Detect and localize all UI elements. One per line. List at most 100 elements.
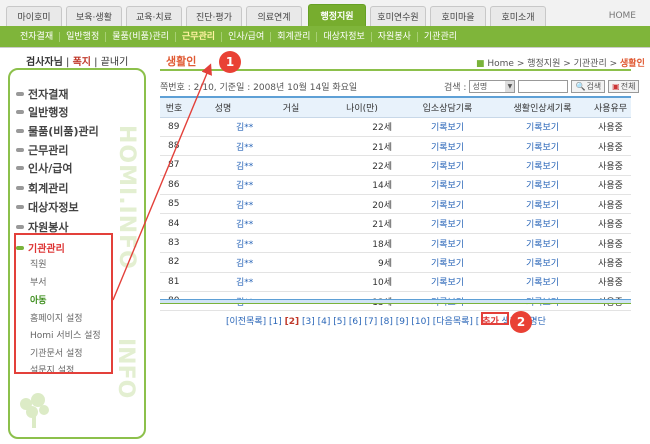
detail-record-link[interactable]: 기록보기 (495, 194, 590, 215)
intake-record-link[interactable]: 기록보기 (400, 155, 495, 176)
sidebar-item[interactable]: 물품(비품)관리 (16, 123, 99, 139)
detail-record-link[interactable]: 기록보기 (495, 233, 590, 254)
breadcrumb-home[interactable]: Home (487, 59, 514, 69)
pager-page[interactable]: [9] (396, 317, 409, 327)
resident-name[interactable]: 김** (188, 194, 258, 215)
top-tab[interactable]: 진단·평가 (186, 6, 242, 26)
room (258, 213, 324, 234)
top-tab[interactable]: 마이호미 (6, 6, 62, 26)
subnav-item[interactable]: 물품(비품)관리 (106, 31, 176, 42)
resident-name[interactable]: 김** (188, 175, 258, 196)
pager-prev[interactable]: [이전목록] (226, 317, 266, 327)
room (258, 233, 324, 254)
sidebar-item[interactable]: 전자결재 (16, 86, 68, 102)
table-row[interactable]: 81 김** 10세 기록보기 기록보기 사용중 (160, 272, 631, 293)
subnav-item[interactable]: 자원봉사 (372, 31, 418, 42)
sidebar-item[interactable]: 일반행정 (16, 104, 68, 120)
detail-record-link[interactable]: 기록보기 (495, 272, 590, 293)
detail-record-link[interactable]: 기록보기 (495, 175, 590, 196)
top-tab[interactable]: 교육·치료 (126, 6, 182, 26)
subnav-item[interactable]: 근무관리 (176, 31, 223, 42)
sidebar-item-label: 일반행정 (28, 106, 69, 119)
logout-link[interactable]: 폭지 (73, 57, 91, 68)
resident-name[interactable]: 김** (188, 136, 258, 157)
breadcrumb-section[interactable]: 행정지원 (527, 59, 560, 69)
sidebar-item[interactable]: 인사/급여 (16, 160, 73, 176)
intake-record-link[interactable]: 기록보기 (400, 194, 495, 215)
table-row[interactable]: 87 김** 22세 기록보기 기록보기 사용중 (160, 155, 631, 176)
pager-page[interactable]: [8] (380, 317, 393, 327)
pager-page[interactable]: [3] (302, 317, 315, 327)
sidebar-item[interactable]: 대상자정보 (16, 199, 79, 215)
column-header[interactable]: 거실 (258, 96, 324, 118)
table-row[interactable]: 85 김** 20세 기록보기 기록보기 사용중 (160, 194, 631, 215)
resident-name[interactable]: 김** (188, 213, 258, 234)
detail-record-link[interactable]: 기록보기 (495, 252, 590, 273)
resident-name[interactable]: 김** (188, 272, 258, 293)
top-tab[interactable]: 행정지원 (308, 4, 366, 26)
subnav-item[interactable]: 대상자정보 (317, 31, 372, 42)
exit-link[interactable]: 끝내기 (101, 57, 129, 68)
intake-record-link[interactable]: 기록보기 (400, 175, 495, 196)
column-header[interactable]: 사용유무 (590, 96, 631, 118)
subnav-item[interactable]: 일반행정 (60, 31, 107, 42)
detail-record-link[interactable]: 기록보기 (495, 136, 590, 157)
pager-page[interactable]: [1] (269, 317, 282, 327)
subnav-item[interactable]: 회계관리 (271, 31, 318, 42)
table-row[interactable]: 89 김** 22세 기록보기 기록보기 사용중 (160, 117, 631, 137)
usage-status: 사용중 (590, 136, 631, 157)
subnav-item[interactable]: 기관관리 (418, 32, 463, 42)
pager-page[interactable]: [4] (318, 317, 331, 327)
pager-page[interactable]: [5] (333, 317, 346, 327)
column-header[interactable]: 입소상담기록 (400, 96, 495, 118)
all-button[interactable]: ▣ 전체 (608, 80, 640, 93)
column-header[interactable]: 나이(만) (324, 96, 400, 118)
pager-page[interactable]: [6] (349, 317, 362, 327)
row-number: 89 (160, 117, 188, 137)
search-button-label: 검색 (586, 82, 602, 91)
intake-record-link[interactable]: 기록보기 (400, 213, 495, 234)
intake-record-link[interactable]: 기록보기 (400, 233, 495, 254)
search-input[interactable] (518, 80, 569, 93)
pager-page[interactable]: [10] (411, 317, 429, 327)
resident-name[interactable]: 김** (188, 155, 258, 176)
table-row[interactable]: 86 김** 14세 기록보기 기록보기 사용중 (160, 175, 631, 196)
sidebar-item[interactable]: 회계관리 (16, 180, 68, 196)
top-tab[interactable]: 호미연수원 (370, 6, 426, 26)
intake-record-link[interactable]: 기록보기 (400, 136, 495, 157)
breadcrumb-subsection[interactable]: 기관관리 (574, 59, 607, 69)
top-tab[interactable]: 의료연계 (246, 6, 302, 26)
top-tab[interactable]: 보육·생활 (66, 6, 122, 26)
usage-status: 사용중 (590, 252, 631, 273)
column-header[interactable]: 성명 (188, 96, 258, 118)
pager-page[interactable]: [2] (285, 317, 300, 327)
usage-status: 사용중 (590, 175, 631, 196)
search-button[interactable]: 🔍 검색 (571, 80, 606, 93)
table-row[interactable]: 84 김** 21세 기록보기 기록보기 사용중 (160, 213, 631, 234)
top-tab[interactable]: 호미소개 (490, 6, 546, 26)
detail-record-link[interactable]: 기록보기 (495, 117, 590, 137)
sidebar-item-label: 대상자정보 (28, 201, 79, 214)
pager-next[interactable]: [다음목록] (433, 317, 473, 327)
column-header[interactable]: 생활인상세기록 (495, 96, 590, 118)
table-row[interactable]: 83 김** 18세 기록보기 기록보기 사용중 (160, 233, 631, 254)
intake-record-link[interactable]: 기록보기 (400, 117, 495, 137)
detail-record-link[interactable]: 기록보기 (495, 155, 590, 176)
intake-record-link[interactable]: 기록보기 (400, 272, 495, 293)
intake-record-link[interactable]: 기록보기 (400, 252, 495, 273)
subnav-item[interactable]: 인사/급여 (222, 31, 272, 42)
sidebar-item[interactable]: 근무관리 (16, 142, 68, 158)
column-header[interactable]: 번호 (160, 96, 188, 118)
home-link[interactable]: HOME (609, 11, 636, 21)
top-tab[interactable]: 호미마을 (430, 6, 486, 26)
pager-page[interactable]: [7] (365, 317, 378, 327)
resident-name[interactable]: 김** (188, 117, 258, 137)
table-row[interactable]: 82 김** 9세 기록보기 기록보기 사용중 (160, 252, 631, 273)
resident-name[interactable]: 김** (188, 233, 258, 254)
subnav-item[interactable]: 전자결재 (14, 31, 61, 42)
resident-name[interactable]: 김** (188, 252, 258, 273)
bullet-icon (16, 92, 24, 96)
detail-record-link[interactable]: 기록보기 (495, 213, 590, 234)
table-row[interactable]: 88 김** 21세 기록보기 기록보기 사용중 (160, 136, 631, 157)
search-field-select[interactable]: 성명 ▼ (469, 80, 516, 93)
